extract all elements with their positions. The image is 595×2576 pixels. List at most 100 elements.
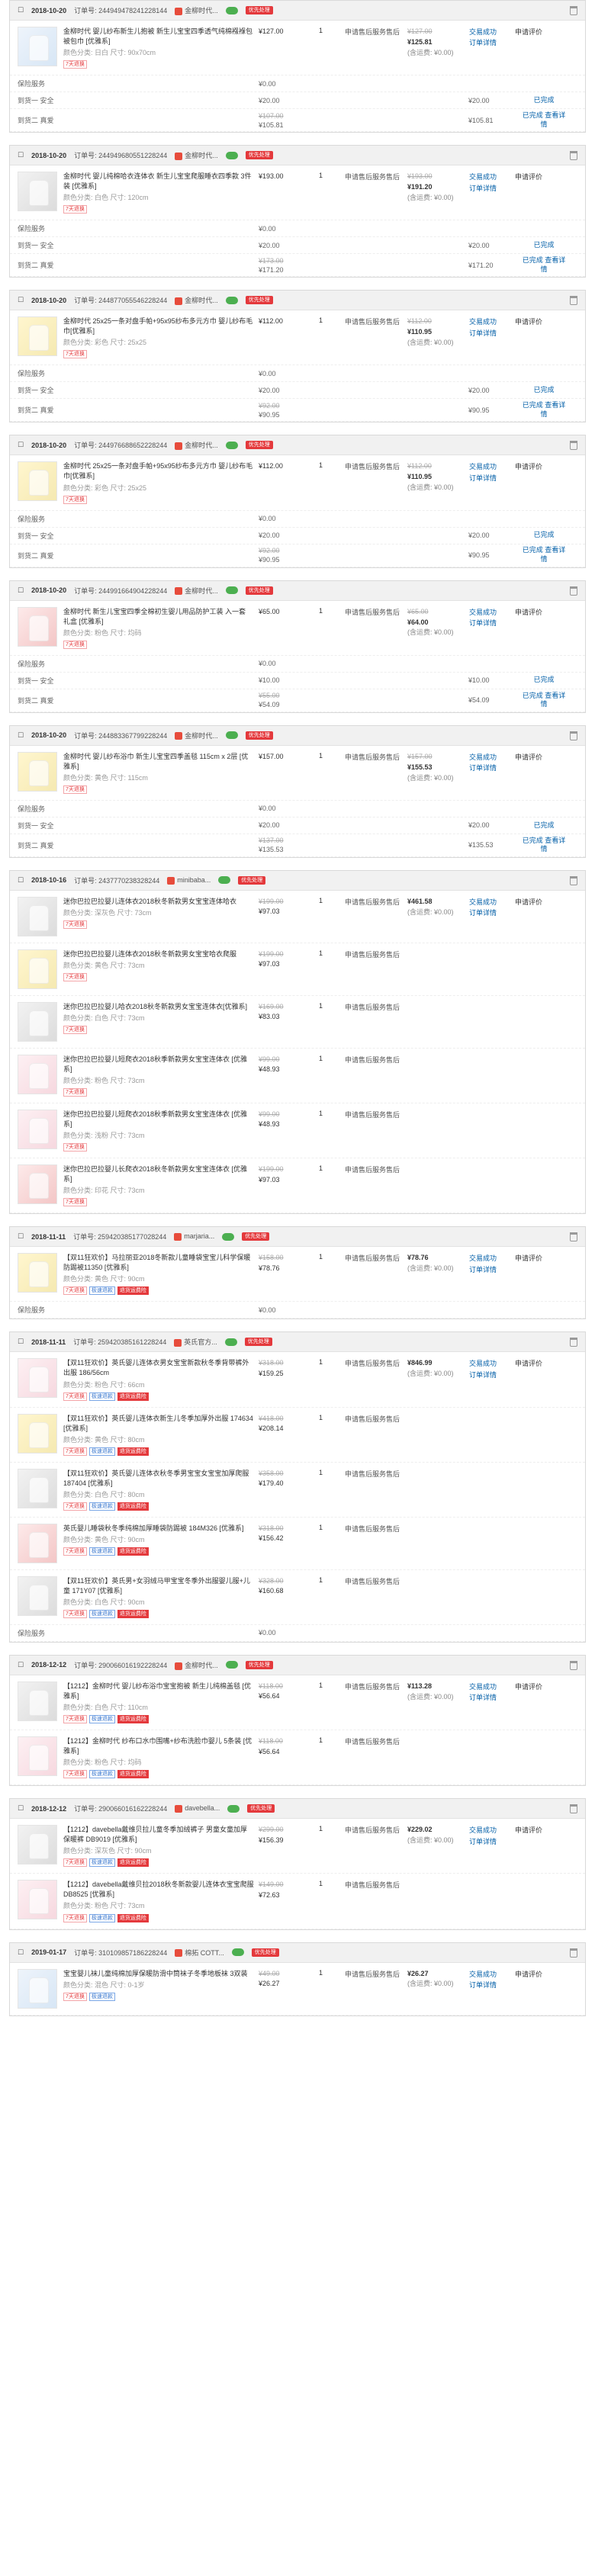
service-badge[interactable]: 优先处理 [245, 1660, 273, 1669]
product-title[interactable]: 【双11狂欢价】英氏男+女羽绒马甲宝宝冬季外出服婴儿服+儿童 171Y07 [优… [63, 1576, 254, 1596]
trash-icon[interactable] [570, 1232, 577, 1242]
product-title[interactable]: 金柳时代 25x25一条对盘手帕+95x95纱布多元方巾 婴儿纱布毛巾[优雅系] [63, 461, 254, 481]
apply-service-link[interactable]: 申请售后 [345, 1415, 372, 1423]
select-checkbox[interactable]: ☐ [18, 1338, 24, 1346]
apply-service-link[interactable]: 申请售后 [345, 1738, 372, 1746]
review-link[interactable]: 申请评价 [515, 173, 542, 181]
review-link[interactable]: 申请评价 [515, 1971, 542, 1978]
trade-status[interactable]: 交易成功 [460, 27, 506, 37]
complaint-link[interactable]: 服务售后 [372, 1470, 400, 1478]
complaint-link[interactable]: 服务售后 [372, 1826, 400, 1834]
trade-status[interactable]: 交易成功 [460, 1681, 506, 1692]
apply-service-link[interactable]: 申请售后 [345, 753, 372, 761]
complaint-link[interactable]: 服务售后 [372, 1254, 400, 1262]
apply-service-link[interactable]: 申请售后 [345, 1683, 372, 1691]
product-thumbnail[interactable] [18, 606, 57, 647]
review-link[interactable]: 申请评价 [515, 898, 542, 906]
complaint-link[interactable]: 服务售后 [372, 1166, 400, 1174]
review-link[interactable]: 申请评价 [515, 463, 542, 471]
order-detail-link[interactable]: 订单详情 [460, 1692, 506, 1703]
complaint-link[interactable]: 服务售后 [372, 898, 400, 906]
select-checkbox[interactable]: ☐ [18, 586, 24, 595]
trade-status[interactable]: 交易成功 [460, 897, 506, 907]
trash-icon[interactable] [570, 1338, 577, 1347]
complaint-link[interactable]: 服务售后 [372, 1738, 400, 1746]
review-link[interactable]: 申请评价 [515, 1360, 542, 1367]
apply-service-link[interactable]: 申请售后 [345, 1826, 372, 1834]
trade-status[interactable]: 交易成功 [460, 316, 506, 327]
trash-icon[interactable] [570, 151, 577, 161]
service-badge[interactable]: 优先处理 [245, 586, 273, 595]
product-title[interactable]: 金柳时代 婴儿纱布新生儿抱被 新生儿宝宝四季透气纯棉襁褓包被包巾 [优雅系] [63, 27, 254, 47]
summary-status[interactable]: 已完成 [521, 821, 567, 830]
chat-icon[interactable] [218, 876, 231, 885]
product-title[interactable]: 【双11狂欢价】英氏婴儿连体衣男女宝宝新款秋冬季背带裤外出服 186/56cm [63, 1358, 254, 1378]
summary-status[interactable]: 已完成 查看详情 [521, 837, 567, 854]
product-thumbnail[interactable] [18, 461, 57, 502]
product-title[interactable]: 迷你巴拉巴拉婴儿短爬衣2018秋季新款男女宝宝连体衣 [优雅系] [63, 1110, 254, 1129]
apply-service-link[interactable]: 申请售后 [345, 1971, 372, 1978]
apply-service-link[interactable]: 申请售后 [345, 1578, 372, 1585]
summary-status[interactable]: 已完成 [521, 676, 567, 685]
complaint-link[interactable]: 服务售后 [372, 1525, 400, 1533]
product-title[interactable]: 【双11狂欢价】英氏婴儿连体衣秋冬季男宝宝女宝宝加厚爬服 187404 [优雅系… [63, 1469, 254, 1489]
product-thumbnail[interactable] [18, 1523, 57, 1563]
trash-icon[interactable] [570, 731, 577, 740]
select-checkbox[interactable]: ☐ [18, 151, 24, 159]
order-detail-link[interactable]: 订单详情 [460, 1370, 506, 1380]
trash-icon[interactable] [570, 586, 577, 596]
chat-icon[interactable] [227, 1804, 240, 1813]
product-title[interactable]: 金柳时代 婴儿纱布浴巾 新生儿宝宝四季盖毯 115cm x 2层 [优雅系] [63, 752, 254, 772]
trash-icon[interactable] [570, 6, 577, 15]
select-checkbox[interactable]: ☐ [18, 1804, 24, 1813]
complaint-link[interactable]: 服务售后 [372, 753, 400, 761]
chat-icon[interactable] [224, 1338, 237, 1346]
shop-name[interactable]: 金柳时代... [175, 440, 218, 451]
product-thumbnail[interactable] [18, 1736, 57, 1777]
complaint-link[interactable]: 服务售后 [372, 28, 400, 36]
review-link[interactable]: 申请评价 [515, 753, 542, 761]
select-checkbox[interactable]: ☐ [18, 441, 24, 449]
shop-name[interactable]: 英氏官方... [174, 1337, 217, 1347]
order-detail-link[interactable]: 订单详情 [460, 183, 506, 194]
service-badge[interactable]: 优先处理 [247, 1804, 275, 1813]
summary-status[interactable]: 已完成 查看详情 [521, 256, 567, 274]
trade-status[interactable]: 交易成功 [460, 1825, 506, 1836]
summary-status[interactable]: 已完成 查看详情 [521, 111, 567, 129]
shop-name[interactable]: 棉拓 COTT... [175, 1948, 224, 1958]
product-thumbnail[interactable] [18, 896, 57, 936]
product-title[interactable]: 【1212】davebella戴维贝拉2018秋冬新款婴儿连体衣宝宝爬服 DB8… [63, 1880, 254, 1900]
shop-name[interactable]: marjaria... [174, 1232, 214, 1241]
product-thumbnail[interactable] [18, 1413, 57, 1453]
apply-service-link[interactable]: 申请售后 [345, 1004, 372, 1011]
apply-service-link[interactable]: 申请售后 [345, 1360, 372, 1367]
trade-status[interactable]: 交易成功 [460, 1969, 506, 1980]
service-badge[interactable]: 优先处理 [238, 875, 266, 885]
order-detail-link[interactable]: 订单详情 [460, 618, 506, 628]
trade-status[interactable]: 交易成功 [460, 1253, 506, 1264]
product-title[interactable]: 迷你巴拉巴拉婴儿短爬衣2018秋季新款男女宝宝连体衣 [优雅系] [63, 1055, 254, 1074]
product-thumbnail[interactable] [18, 1164, 57, 1205]
apply-service-link[interactable]: 申请售后 [345, 1111, 372, 1119]
order-detail-link[interactable]: 订单详情 [460, 1264, 506, 1275]
order-detail-link[interactable]: 订单详情 [460, 1836, 506, 1847]
review-link[interactable]: 申请评价 [515, 1254, 542, 1262]
product-title[interactable]: 迷你巴拉巴拉婴儿连体衣2018秋冬新款男女宝宝连体哈衣 [63, 897, 254, 907]
complaint-link[interactable]: 服务售后 [372, 1683, 400, 1691]
trade-status[interactable]: 交易成功 [460, 461, 506, 472]
order-detail-link[interactable]: 订单详情 [460, 37, 506, 48]
summary-status[interactable]: 已完成 查看详情 [521, 546, 567, 564]
product-thumbnail[interactable] [18, 949, 57, 989]
complaint-link[interactable]: 服务售后 [372, 609, 400, 616]
order-detail-link[interactable]: 订单详情 [460, 907, 506, 918]
review-link[interactable]: 申请评价 [515, 318, 542, 326]
chat-icon[interactable] [222, 1232, 235, 1241]
trash-icon[interactable] [570, 1948, 577, 1958]
apply-service-link[interactable]: 申请售后 [345, 609, 372, 616]
shop-name[interactable]: 金柳时代... [175, 1660, 218, 1670]
apply-service-link[interactable]: 申请售后 [345, 1525, 372, 1533]
complaint-link[interactable]: 服务售后 [372, 463, 400, 471]
trash-icon[interactable] [570, 875, 577, 885]
service-badge[interactable]: 优先处理 [251, 1948, 279, 1957]
complaint-link[interactable]: 服务售后 [372, 1578, 400, 1585]
